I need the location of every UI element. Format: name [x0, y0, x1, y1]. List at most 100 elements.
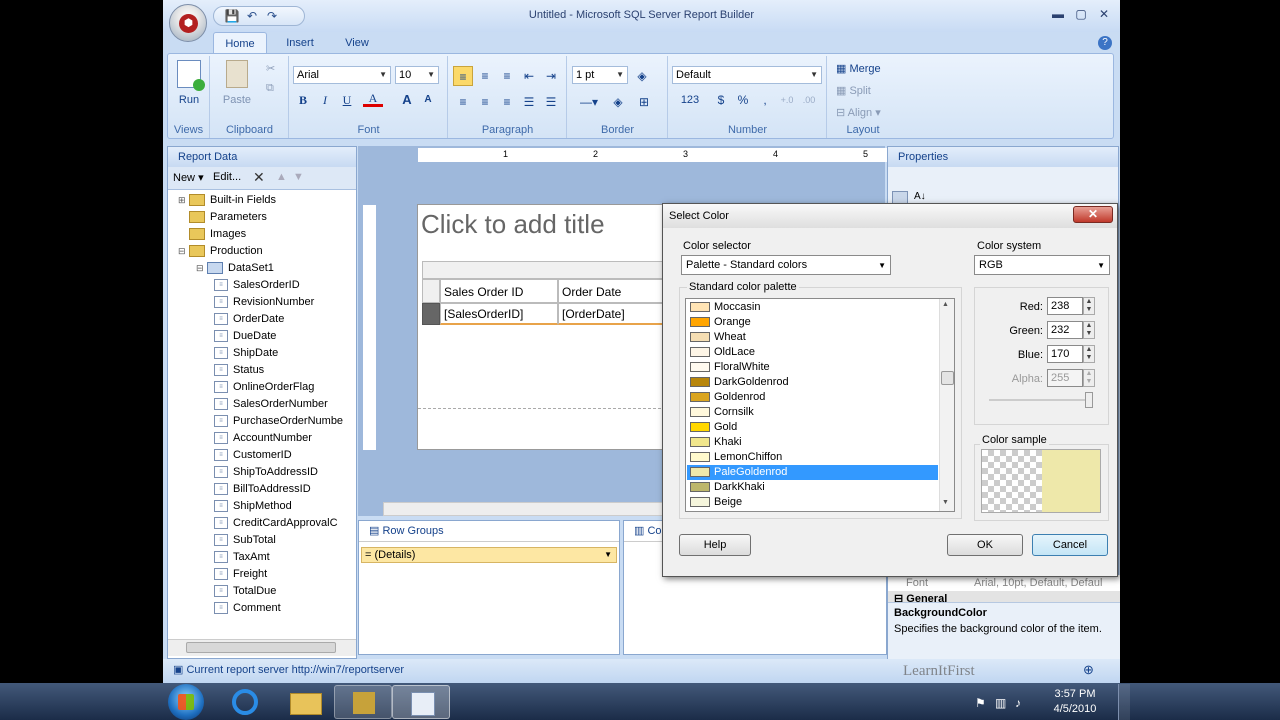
- tab-insert[interactable]: Insert: [275, 32, 325, 54]
- internet-explorer-icon[interactable]: [218, 685, 276, 719]
- color-option[interactable]: Orange: [687, 315, 938, 330]
- tablix-column-handles[interactable]: [422, 261, 678, 279]
- undo-icon[interactable]: ↶: [242, 7, 262, 25]
- close-button[interactable]: ✕: [1094, 6, 1114, 22]
- report-title-placeholder[interactable]: Click to add title: [421, 209, 605, 240]
- italic-button[interactable]: I: [315, 90, 335, 110]
- network-icon[interactable]: ▥: [995, 696, 1006, 710]
- move-down-icon[interactable]: ▼: [293, 171, 304, 183]
- align-button[interactable]: ⊟ Align ▾: [836, 106, 881, 119]
- system-clock[interactable]: 3:57 PM 4/5/2010: [1040, 687, 1110, 717]
- font-color-button[interactable]: A: [363, 90, 383, 107]
- expand-icon[interactable]: ⊟: [178, 243, 187, 260]
- paste-button[interactable]: Paste: [215, 94, 259, 106]
- alpha-spinner[interactable]: ▲ ▼: [1083, 369, 1095, 387]
- data-cell-sales-order-id[interactable]: [SalesOrderID]: [440, 303, 558, 325]
- color-option[interactable]: Cornsilk: [687, 405, 938, 420]
- explorer-folder-icon[interactable]: [276, 685, 334, 719]
- tree-field-item[interactable]: ≡ TotalDue: [214, 583, 276, 600]
- tree-folder-item[interactable]: Images: [178, 226, 246, 243]
- red-spinner[interactable]: ▲ ▼: [1083, 297, 1095, 315]
- color-selector-combo[interactable]: Palette - Standard colors ▼: [681, 255, 891, 275]
- report-builder-taskbar-icon[interactable]: [392, 685, 450, 719]
- volume-icon[interactable]: ♪: [1015, 696, 1021, 710]
- bold-button[interactable]: B: [293, 90, 313, 110]
- font-size-combo[interactable]: 10 ▼: [395, 66, 439, 84]
- font-property-row[interactable]: Font Arial, 10pt, Default, Defaul: [888, 575, 1120, 591]
- color-option[interactable]: Gold: [687, 420, 938, 435]
- tree-field-item[interactable]: ≡ DueDate: [214, 328, 276, 345]
- color-system-combo[interactable]: RGB ▼: [974, 255, 1110, 275]
- tree-field-item[interactable]: ≡ SubTotal: [214, 532, 276, 549]
- cut-icon[interactable]: ✂: [266, 62, 275, 75]
- color-palette-list[interactable]: Moccasin Orange Wheat OldLace FloralWhite Dar…: [685, 298, 955, 512]
- underline-button[interactable]: U: [337, 90, 357, 110]
- split-button[interactable]: ▦ Split: [836, 84, 871, 97]
- scroll-thumb[interactable]: [941, 371, 954, 385]
- tools-taskbar-icon[interactable]: [334, 685, 392, 719]
- bullets-button[interactable]: ☰: [519, 92, 539, 112]
- decrease-indent-button[interactable]: ⇤: [519, 66, 539, 86]
- number-placeholder-button[interactable]: 123: [673, 90, 707, 110]
- delete-icon[interactable]: ✕: [253, 169, 265, 186]
- color-option[interactable]: Beige: [687, 495, 938, 510]
- color-option[interactable]: DarkGoldenrod: [687, 375, 938, 390]
- border-style-button[interactable]: —▾: [574, 92, 604, 112]
- tree-folder-item[interactable]: ⊟ Production: [178, 243, 263, 260]
- copy-icon[interactable]: ⧉: [266, 82, 274, 95]
- scroll-up-icon[interactable]: ▲: [942, 301, 949, 308]
- redo-icon[interactable]: ↷: [262, 7, 282, 25]
- percent-button[interactable]: %: [733, 90, 753, 110]
- report-page[interactable]: Click to add title Sales Order ID Order …: [417, 204, 678, 450]
- red-input[interactable]: 238: [1047, 297, 1083, 315]
- border-width-combo[interactable]: 1 pt ▼: [572, 66, 628, 84]
- save-icon[interactable]: 💾: [222, 7, 242, 25]
- tree-field-item[interactable]: ≡ Freight: [214, 566, 267, 583]
- tree-field-item[interactable]: ≡ ShipMethod: [214, 498, 292, 515]
- show-desktop-button[interactable]: [1118, 684, 1130, 720]
- justify-left-button[interactable]: ≡: [453, 92, 473, 112]
- ok-button[interactable]: OK: [947, 534, 1023, 556]
- color-option[interactable]: Goldenrod: [687, 390, 938, 405]
- new-button[interactable]: New ▾: [173, 171, 204, 184]
- grow-font-button[interactable]: A: [397, 90, 417, 110]
- tree-field-item[interactable]: ≡ AccountNumber: [214, 430, 312, 447]
- blue-input[interactable]: 170: [1047, 345, 1083, 363]
- green-spinner[interactable]: ▲ ▼: [1083, 321, 1095, 339]
- tree-field-item[interactable]: ≡ BillToAddressID: [214, 481, 311, 498]
- green-input[interactable]: 232: [1047, 321, 1083, 339]
- color-option[interactable]: Wheat: [687, 330, 938, 345]
- color-option[interactable]: Khaki: [687, 435, 938, 450]
- tree-field-item[interactable]: ≡ OnlineOrderFlag: [214, 379, 314, 396]
- increase-indent-button[interactable]: ⇥: [541, 66, 561, 86]
- application-button[interactable]: ⬢: [169, 4, 207, 42]
- increase-decimal-button[interactable]: +.0: [777, 90, 797, 110]
- tree-field-item[interactable]: ≡ OrderDate: [214, 311, 284, 328]
- help-button[interactable]: Help: [679, 534, 751, 556]
- palette-scrollbar[interactable]: ▲ ▼: [939, 299, 954, 511]
- color-option[interactable]: DarkKhaki: [687, 480, 938, 495]
- flag-icon[interactable]: ⚑: [975, 696, 986, 710]
- minimize-button[interactable]: ▬: [1048, 6, 1068, 22]
- tab-view[interactable]: View: [333, 32, 381, 54]
- color-option[interactable]: LemonChiffon: [687, 450, 938, 465]
- tree-field-item[interactable]: ≡ RevisionNumber: [214, 294, 314, 311]
- tree-field-item[interactable]: ≡ SalesOrderID: [214, 277, 300, 294]
- tree-field-item[interactable]: ≡ CustomerID: [214, 447, 292, 464]
- tree-folder-item[interactable]: Parameters: [178, 209, 267, 226]
- numbering-button[interactable]: ☰: [541, 92, 561, 112]
- tree-field-item[interactable]: ≡ TaxAmt: [214, 549, 270, 566]
- font-name-combo[interactable]: Arial ▼: [293, 66, 391, 84]
- color-option[interactable]: Moccasin: [687, 300, 938, 315]
- details-group-item[interactable]: = (Details) ▼: [361, 547, 617, 563]
- header-cell-sales-order-id[interactable]: Sales Order ID: [440, 279, 558, 303]
- tree-field-item[interactable]: ≡ Status: [214, 362, 264, 379]
- blue-spinner[interactable]: ▲ ▼: [1083, 345, 1095, 363]
- dialog-close-button[interactable]: ✕: [1073, 206, 1113, 223]
- move-up-icon[interactable]: ▲: [276, 171, 287, 183]
- number-format-combo[interactable]: Default ▼: [672, 66, 822, 84]
- align-left-button[interactable]: ≡: [453, 66, 473, 86]
- alpha-input[interactable]: 255: [1047, 369, 1083, 387]
- tree-field-item[interactable]: ≡ PurchaseOrderNumbe: [214, 413, 343, 430]
- horizontal-scrollbar[interactable]: [168, 639, 356, 656]
